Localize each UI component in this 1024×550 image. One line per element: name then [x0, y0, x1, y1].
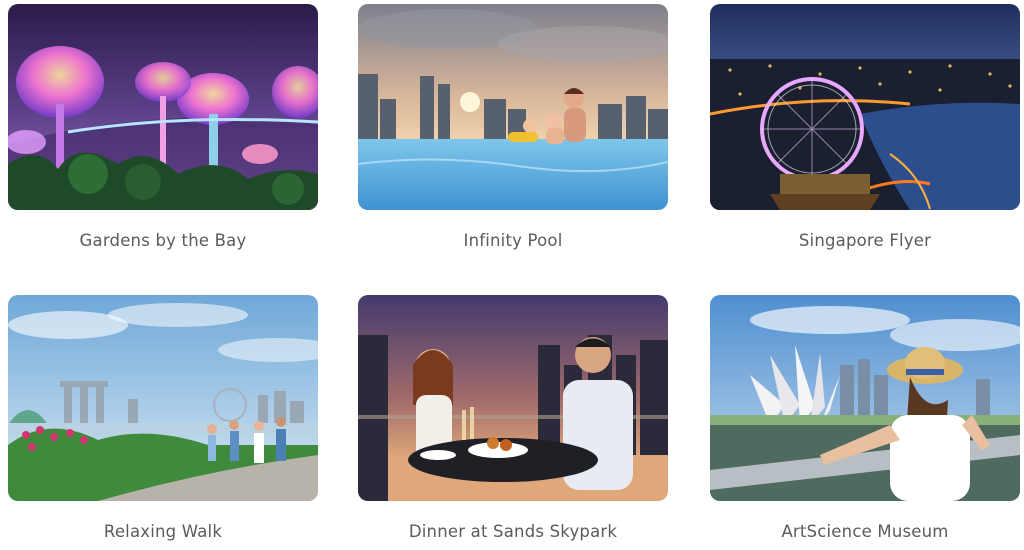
attraction-caption: Relaxing Walk [103, 522, 223, 541]
attraction-caption: Infinity Pool [463, 231, 563, 250]
attraction-card-relaxing-walk[interactable]: Relaxing Walk [8, 295, 318, 541]
attraction-caption: Dinner at Sands Skypark [408, 522, 618, 541]
artscience-museum-image[interactable] [710, 295, 1020, 501]
singapore-flyer-image[interactable] [710, 4, 1020, 210]
attractions-gallery: Gardens by the Bay Infinity Pool Singapo… [0, 0, 1024, 550]
attraction-card-dinner-at-sands-skypark[interactable]: Dinner at Sands Skypark [358, 295, 668, 541]
gardens-by-the-bay-image[interactable] [8, 4, 318, 210]
attraction-caption: Singapore Flyer [798, 231, 932, 250]
attraction-caption: ArtScience Museum [781, 522, 949, 541]
dinner-at-sands-skypark-image[interactable] [358, 295, 668, 501]
relaxing-walk-image[interactable] [8, 295, 318, 501]
attraction-card-infinity-pool[interactable]: Infinity Pool [358, 4, 668, 250]
attraction-caption: Gardens by the Bay [79, 231, 247, 250]
attraction-card-gardens-by-the-bay[interactable]: Gardens by the Bay [8, 4, 318, 250]
infinity-pool-image[interactable] [358, 4, 668, 210]
attraction-card-artscience-museum[interactable]: ArtScience Museum [710, 295, 1020, 541]
attraction-card-singapore-flyer[interactable]: Singapore Flyer [710, 4, 1020, 250]
